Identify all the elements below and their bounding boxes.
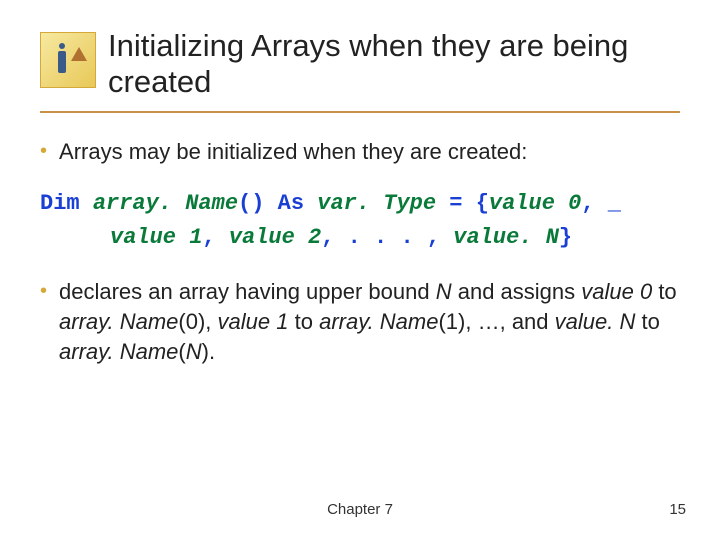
code-v1: value 1 <box>110 225 202 250</box>
person-icon <box>57 43 67 77</box>
desc-p6: ). <box>202 339 215 364</box>
code-paren: () <box>238 191 278 216</box>
desc-p4: to <box>289 309 320 334</box>
code-vartype: var. Type <box>317 191 436 216</box>
intro-text: Arrays may be initialized when they are … <box>59 137 527 167</box>
desc-text: declares an array having upper bound N a… <box>59 277 680 366</box>
code-continuation: _ <box>608 191 621 216</box>
code-comma-3: , <box>321 225 347 250</box>
desc-p2: and assigns <box>452 279 582 304</box>
desc-a0b: (0), <box>178 309 217 334</box>
bullet-icon: • <box>40 137 47 167</box>
desc-a0a: array. Name <box>59 309 178 334</box>
code-line-1: Dim array. Name() As var. Type = {value … <box>40 187 680 221</box>
desc-anb: ( <box>178 339 185 364</box>
code-dots: . . . <box>348 225 427 250</box>
desc-a1b: (1), …, and <box>438 309 554 334</box>
slide-header: Initializing Arrays when they are being … <box>0 0 720 107</box>
code-comma-1: , <box>581 191 607 216</box>
desc-p5: to <box>635 309 659 334</box>
arrow-up-icon <box>71 47 87 61</box>
page-number: 15 <box>669 501 686 518</box>
code-close: } <box>559 225 572 250</box>
bullet-desc: • declares an array having upper bound N… <box>40 277 680 366</box>
code-v2: value 2 <box>229 225 321 250</box>
keyword-dim: Dim <box>40 191 93 216</box>
bullet-icon: • <box>40 277 47 366</box>
code-eq: = { <box>436 191 489 216</box>
desc-n1: N <box>436 279 452 304</box>
desc-p3: to <box>652 279 676 304</box>
code-vn: value. N <box>453 225 559 250</box>
footer-chapter: Chapter 7 <box>0 501 720 518</box>
desc-v0: value 0 <box>581 279 652 304</box>
bullet-intro: • Arrays may be initialized when they ar… <box>40 137 680 167</box>
desc-v1: value 1 <box>218 309 289 334</box>
header-icon <box>40 32 96 88</box>
keyword-as: As <box>278 191 318 216</box>
code-line-2: value 1, value 2, . . . , value. N} <box>110 221 680 255</box>
code-block: Dim array. Name() As var. Type = {value … <box>40 187 680 255</box>
code-comma-4: , <box>427 225 453 250</box>
code-arrayname: array. Name <box>93 191 238 216</box>
code-v0: value 0 <box>489 191 581 216</box>
desc-a1a: array. Name <box>319 309 438 334</box>
desc-n2: N <box>186 339 202 364</box>
desc-p1: declares an array having upper bound <box>59 279 436 304</box>
slide-content: • Arrays may be initialized when they ar… <box>0 113 720 366</box>
slide-title: Initializing Arrays when they are being … <box>108 28 680 99</box>
desc-vn: value. N <box>555 309 636 334</box>
desc-ana: array. Name <box>59 339 178 364</box>
code-comma-2: , <box>202 225 228 250</box>
